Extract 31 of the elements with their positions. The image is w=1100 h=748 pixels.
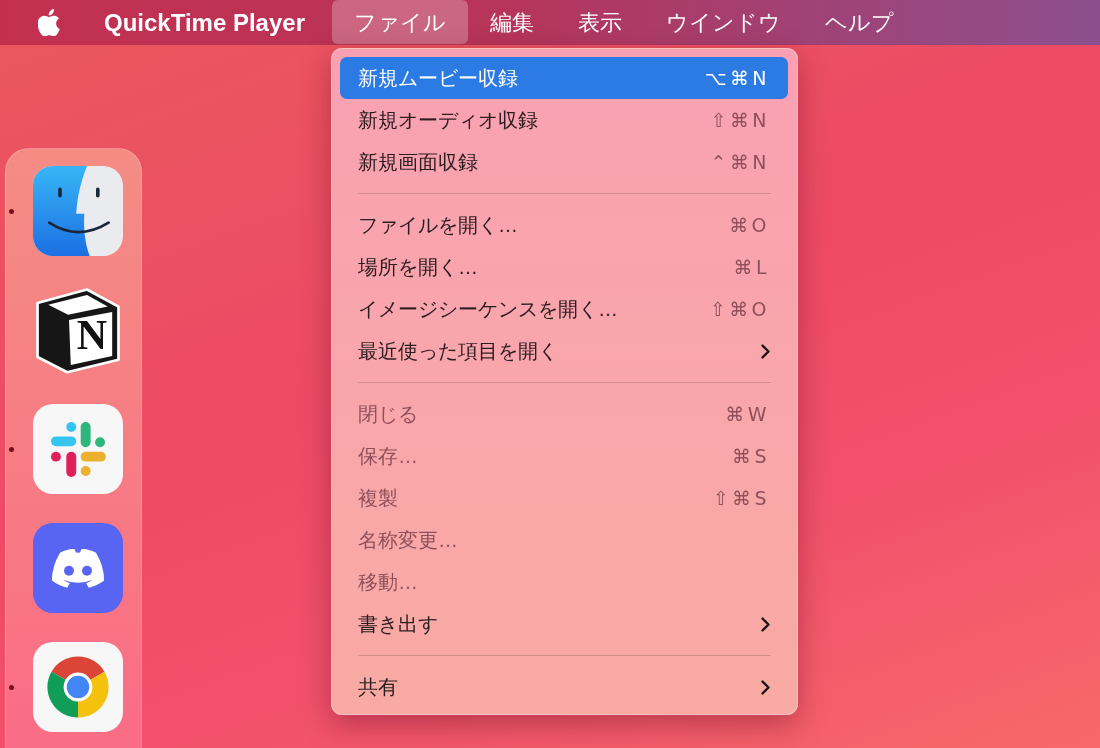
menu-item[interactable]: 新規オーディオ収録 ⇧⌘N [340,99,788,141]
menu-item[interactable]: イメージシーケンスを開く… ⇧⌘O [340,288,788,330]
keyboard-shortcut: ⌥⌘N [704,65,770,91]
logo-letter: N [75,314,109,356]
menu-item[interactable]: ファイルを開く… ⌘O [340,204,788,246]
keyboard-shortcut: ⌘S [732,443,770,469]
menu-item[interactable]: 場所を開く… ⌘L [340,246,788,288]
keyboard-shortcut: ⌘O [729,212,770,238]
menu-item[interactable]: 最近使った項目を開く [340,330,788,372]
menu-item[interactable]: 新規ムービー収録 ⌥⌘N [340,57,788,99]
hash-app-icon[interactable] [33,404,123,494]
tricolor-circle-app-icon[interactable] [33,642,123,732]
keyboard-shortcut: ⌘L [733,254,770,280]
controller-app-icon[interactable] [33,523,123,613]
keyboard-shortcut: ⌘W [725,401,770,427]
menu-item[interactable]: 書き出す [340,603,788,645]
keyboard-shortcut: ⇧⌘N [710,107,770,133]
menu-bar-item[interactable]: ウインドウ [644,0,803,44]
keyboard-shortcut: ⌃⌘N [710,149,770,175]
keyboard-shortcut: ⇧⌘O [709,296,770,322]
face-app-icon[interactable] [33,166,123,256]
keyboard-shortcut: ⇧⌘S [712,485,770,511]
apple-icon[interactable] [38,9,60,36]
menu-item[interactable]: 新規画面収録 ⌃⌘N [340,141,788,183]
menu-bar-item[interactable]: 表示 [556,0,644,44]
menu-item[interactable]: 共有 [340,666,788,708]
menu-bar-item[interactable]: 編集 [468,0,556,44]
menu-bar-item[interactable]: ヘルプ [803,0,916,44]
app-menu[interactable]: QuickTime Player [104,10,305,35]
cube-app-icon[interactable] [33,285,123,375]
menu-bar-item[interactable]: ファイル [332,0,468,44]
